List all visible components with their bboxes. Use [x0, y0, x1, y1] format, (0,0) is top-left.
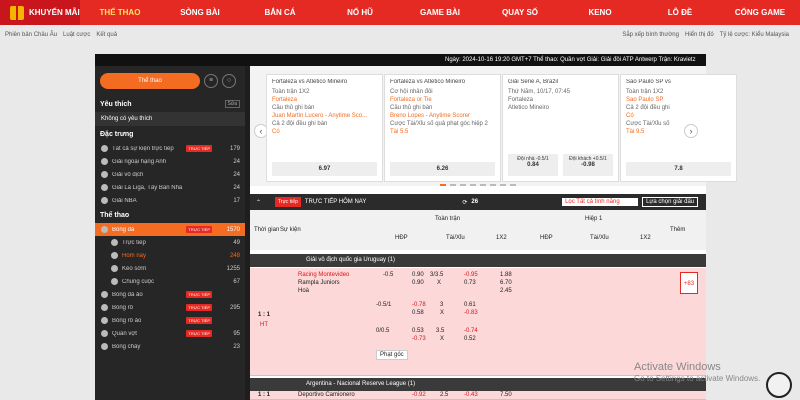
featured-bets-carousel: ‹ Fortaleza vs Atletico Mineiro Toàn trận… — [250, 66, 737, 186]
filter-dropdown[interactable]: Lọc Tất cả tình năng — [562, 198, 639, 206]
odds-type-dropdown[interactable]: Tỷ lệ cược: Kiểu Malaysia — [720, 32, 789, 38]
nav-sports[interactable]: THỂ THAO — [80, 0, 160, 25]
sports-item[interactable]: Bóng đá ảo TRỰC TIẾP — [95, 288, 245, 301]
sport-icon — [111, 278, 118, 285]
more-bets-button[interactable]: +83 — [680, 272, 698, 294]
sport-icon — [101, 184, 108, 191]
sports-item[interactable]: Trực tiếp 49 — [95, 236, 245, 249]
sport-icon — [101, 197, 108, 204]
sports-item[interactable]: Hôm nay 248 — [95, 249, 245, 262]
promo-button[interactable]: KHUYẾN MÃI — [0, 0, 80, 25]
main-content: ‹ Fortaleza vs Atletico Mineiro Toàn trận… — [250, 66, 737, 400]
no-favorites-text: Không có yêu thích — [95, 112, 245, 126]
odds-column-header: Thời gian Sự kiện Toàn trận Hiệp 1 Thêm … — [250, 210, 706, 250]
featured-bet-card[interactable]: Giải Serie A, Brazil Thứ Năm, 10/17, 07:4… — [502, 74, 619, 182]
gift-icon — [10, 5, 24, 20]
corner-expand-button[interactable]: Phạt góc — [376, 350, 408, 360]
chat-support-icon[interactable] — [766, 372, 792, 398]
nav-lottery[interactable]: QUAY SỐ — [480, 0, 560, 25]
sport-icon — [101, 317, 108, 324]
odds-button[interactable]: 6.97 — [272, 162, 377, 176]
sidebar: Thể thao ≡ ○ Yêu thích Sửa Không có yêu t… — [95, 66, 245, 400]
live-badge: TRỰC TIẾP — [186, 317, 212, 324]
featured-bet-card[interactable]: Fortaleza vs Atletico Mineiro Toàn trận 1… — [266, 74, 383, 182]
live-header: ⌃ Trực tiếp TRỰC TIẾP HÔM NAY ⟳ 26 Lọc T… — [250, 194, 706, 210]
featured-item[interactable]: Giải ngoại hạng Anh 24 — [95, 155, 245, 168]
nav-lo-de[interactable]: LÔ ĐỀ — [640, 0, 720, 25]
live-count: 26 — [471, 199, 479, 205]
sort-dropdown[interactable]: Sắp xếp bình thường — [622, 32, 679, 38]
sport-icon — [101, 304, 108, 311]
nav-card-games[interactable]: GAME BÀI — [400, 0, 480, 25]
sport-icon — [101, 291, 108, 298]
rules-link[interactable]: Luật cược — [63, 32, 90, 38]
sport-icon — [111, 265, 118, 272]
collapse-icon[interactable]: ⌃ — [256, 199, 261, 206]
sports-item[interactable]: Kéo sớm 1255 — [95, 262, 245, 275]
match-row: 1 : 1 Deportivo Camionero -0.92 2.5 -0.4… — [250, 391, 706, 400]
featured-section: Đặc trưng — [100, 130, 134, 138]
carousel-next-icon[interactable]: › — [684, 124, 698, 138]
news-ticker: Ngày: 2024-10-16 19:20 GMT+7 Thể thao: Q… — [95, 54, 706, 66]
carousel-dots — [250, 184, 706, 186]
sport-icon — [101, 145, 108, 152]
top-navigation: KHUYẾN MÃI THỂ THAO SÒNG BÀI BẮN CÁ NỔ H… — [0, 0, 800, 25]
refresh-icon[interactable]: ⟳ — [462, 199, 467, 206]
odds-button[interactable]: 7.8 — [626, 162, 731, 176]
featured-bet-card[interactable]: Sao Paulo SP vs Toàn trận 1X2 Sao Paulo SP… — [620, 74, 737, 182]
sports-section: Thể thao — [100, 211, 130, 219]
league-select-button[interactable]: Lựa chọn giải đấu — [642, 197, 699, 207]
favorites-section: Yêu thích Sửa — [95, 96, 245, 112]
sports-item[interactable]: Chung cuộc 67 — [95, 275, 245, 288]
sports-item[interactable]: Bóng chày 23 — [95, 340, 245, 353]
wallet-icon[interactable]: ≡ — [204, 74, 218, 88]
nav-slots[interactable]: NỔ HŨ — [320, 0, 400, 25]
sport-icon — [101, 343, 108, 350]
live-title: TRỰC TIẾP HÔM NAY — [304, 199, 367, 205]
search-icon[interactable]: ○ — [222, 74, 236, 88]
away-team[interactable]: Rampla Juniors — [298, 280, 340, 286]
odds-button[interactable]: 6.26 — [390, 162, 495, 176]
nav-keno[interactable]: KENO — [560, 0, 640, 25]
sub-toolbar: Phiên bản Châu Âu Luật cược Kết quả Sắp xế… — [0, 25, 800, 45]
display-dropdown[interactable]: Hiển thị đó — [685, 32, 714, 38]
home-team[interactable]: Racing Montevideo — [298, 272, 349, 278]
live-tag: Trực tiếp — [275, 197, 301, 207]
league-header-uruguay[interactable]: Giải vô địch quốc gia Uruguay (1) — [250, 254, 706, 267]
sportsbook-container: Ngày: 2024-10-16 19:20 GMT+7 Thể thao: Q… — [95, 54, 737, 400]
live-badge: TRỰC TIẾP — [186, 291, 212, 298]
live-badge: TRỰC TIẾP — [186, 145, 212, 152]
results-link[interactable]: Kết quả — [96, 32, 117, 38]
sport-icon — [101, 226, 108, 233]
featured-item[interactable]: Tất cả sự kiện trực tiếp TRỰC TIẾP 179 — [95, 142, 245, 155]
euro-version-link[interactable]: Phiên bản Châu Âu — [5, 32, 57, 38]
featured-bet-card[interactable]: Fortaleza vs Atletico Mineiro Cơ hội nhân… — [384, 74, 501, 182]
nav-fishing[interactable]: BẮN CÁ — [240, 0, 320, 25]
sports-item[interactable]: Bóng rổ TRỰC TIẾP 295 — [95, 301, 245, 314]
live-badge: TRỰC TIẾP — [186, 304, 212, 311]
home-handicap-button[interactable]: Đội nhà -0.5/1 0.84 — [508, 154, 558, 176]
edit-favorites-button[interactable]: Sửa — [224, 100, 240, 108]
sports-item[interactable]: Quần vợt TRỰC TIẾP 95 — [95, 327, 245, 340]
featured-item[interactable]: Giải La Liga, Tây Ban Nha 24 — [95, 181, 245, 194]
away-handicap-button[interactable]: Đội khách +0.5/1 -0.98 — [563, 154, 613, 176]
featured-item[interactable]: Giải vô địch 24 — [95, 168, 245, 181]
sport-icon — [101, 171, 108, 178]
live-badge: TRỰC TIẾP — [186, 330, 212, 337]
sports-item[interactable]: Bóng đá TRỰC TIẾP 1570 — [95, 223, 245, 236]
match-row: 1 : 1 HT Racing Montevideo Rampla Junior… — [250, 268, 706, 376]
sport-icon — [101, 330, 108, 337]
live-badge: TRỰC TIẾP — [186, 226, 212, 233]
windows-activation-watermark: Activate Windows Go to Settings to activa… — [634, 361, 761, 383]
sports-item[interactable]: Bóng rổ ảo TRỰC TIẾP — [95, 314, 245, 327]
nav-casino[interactable]: SÒNG BÀI — [160, 0, 240, 25]
featured-item[interactable]: Giải NBA 17 — [95, 194, 245, 207]
sports-button[interactable]: Thể thao — [100, 73, 200, 89]
nav-game-portal[interactable]: CỔNG GAME — [720, 0, 800, 25]
sport-icon — [101, 158, 108, 165]
sport-icon — [111, 252, 118, 259]
sport-icon — [111, 239, 118, 246]
